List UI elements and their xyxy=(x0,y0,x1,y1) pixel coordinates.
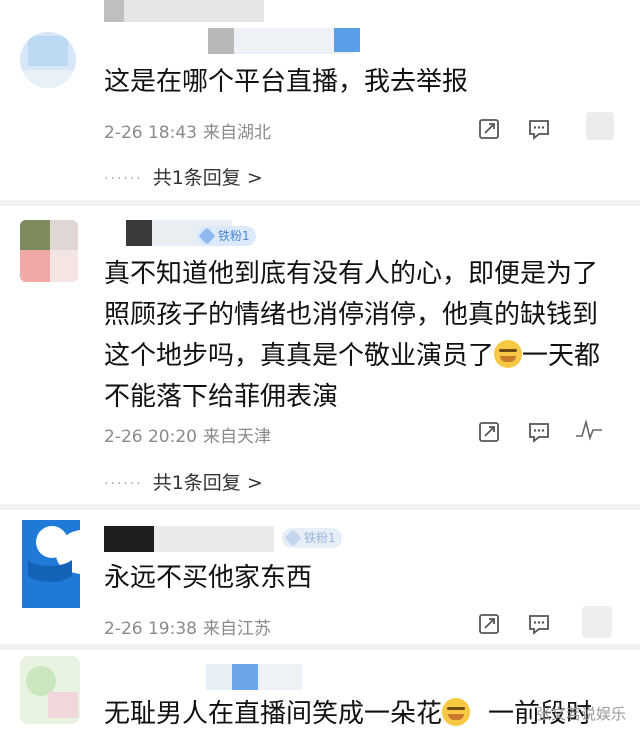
comment-location: 来自天津 xyxy=(202,427,271,447)
reply-link[interactable]: ······ 共1条回复 > xyxy=(104,468,263,495)
grimace-face-emoji xyxy=(442,698,471,726)
fan-badge: 铁粉1 xyxy=(196,226,256,246)
comment-meta: 2-26 18:43 来自湖北 xyxy=(104,118,271,143)
username[interactable] xyxy=(104,526,274,552)
avatar[interactable] xyxy=(20,656,80,724)
reply-link[interactable]: ······ 共1条回复 > xyxy=(104,163,263,190)
comment-meta: 2-26 20:20 来自天津 xyxy=(104,422,271,447)
gem-icon xyxy=(198,227,216,245)
username[interactable] xyxy=(206,664,302,690)
comment-2: 铁粉1 真不知道他到底有没有人的心，即便是为了 照顾孩子的情绪也消停消停，他真的… xyxy=(0,206,640,510)
comment-meta: 2-26 19:38 来自江苏 xyxy=(104,614,271,639)
avatar[interactable] xyxy=(20,32,76,88)
comment-icon[interactable] xyxy=(527,612,551,636)
comment-text: 真不知道他到底有没有人的心，即便是为了 照顾孩子的情绪也消停消停，他真的缺钱到 … xyxy=(104,259,601,412)
weary-face-emoji xyxy=(494,340,523,368)
share-icon[interactable] xyxy=(477,420,501,444)
username[interactable] xyxy=(104,0,360,54)
comment-text: 这是在哪个平台直播，我去举报 xyxy=(104,67,469,97)
comment-time: 2-26 19:38 xyxy=(104,619,197,639)
comment-location: 来自江苏 xyxy=(202,619,271,639)
comment-icon[interactable] xyxy=(527,420,551,444)
comment-3: 铁粉1 永远不买他家东西 2-26 19:38 来自江苏 xyxy=(0,510,640,644)
gem-icon xyxy=(284,529,302,547)
share-icon[interactable] xyxy=(477,117,501,141)
username[interactable] xyxy=(126,220,232,246)
comment-4: 无耻男人在直播间笑成一朵花 一前段时 张文若说娱乐 xyxy=(0,650,640,729)
comment-1: 这是在哪个平台直播，我去举报 2-26 18:43 来自湖北 ······ 共1条回… xyxy=(0,0,640,200)
comment-text: 永远不买他家东西 xyxy=(104,563,313,593)
comment-time: 2-26 18:43 xyxy=(104,123,197,143)
avatar[interactable] xyxy=(20,220,78,282)
share-icon[interactable] xyxy=(477,612,501,636)
watermark: 张文若说娱乐 xyxy=(535,705,626,723)
comment-time: 2-26 20:20 xyxy=(104,427,197,447)
like-icon[interactable] xyxy=(586,112,614,140)
like-icon[interactable] xyxy=(582,606,612,638)
comment-location: 来自湖北 xyxy=(202,123,271,143)
like-icon[interactable] xyxy=(574,416,604,444)
avatar[interactable] xyxy=(22,520,80,608)
comment-icon[interactable] xyxy=(527,117,551,141)
fan-badge: 铁粉1 xyxy=(282,528,342,548)
